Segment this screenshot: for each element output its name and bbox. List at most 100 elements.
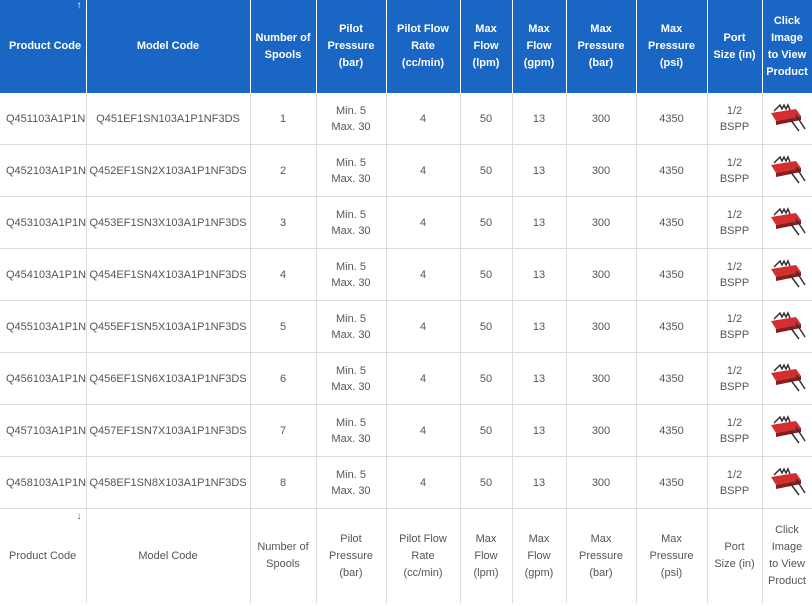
footer-label: Max Pressure (psi)	[640, 531, 704, 582]
product-image-cell	[762, 352, 812, 405]
footer-pilot-pressure[interactable]: Pilot Pressure (bar)	[316, 508, 387, 603]
footer-max-pressure-bar[interactable]: Max Pressure (bar)	[566, 508, 637, 603]
header-label-line: (bar)	[338, 57, 364, 69]
pilot-pressure-cell: Min. 5 Max. 30	[316, 196, 387, 249]
valve-product-icon[interactable]	[768, 103, 806, 136]
footer-label: Pilot Flow Rate (cc/min)	[390, 531, 457, 582]
pilot-pressure-cell-lines: Min. 5 Max. 30	[320, 259, 383, 291]
max-pressure-psi-cell: 4350	[636, 404, 708, 457]
footer-pilot-flow-rate[interactable]: Pilot Flow Rate (cc/min)	[386, 508, 461, 603]
pilot-pressure-cell: Min. 5 Max. 30	[316, 93, 387, 145]
table-row: Q454103A1P1N Q454EF1SN4X103A1P1NF3DS 4 Min.…	[0, 248, 812, 301]
arrow-down-icon[interactable]: ↓	[77, 512, 82, 522]
header-max-flow-lpm[interactable]: Max Flow (lpm)	[460, 0, 513, 93]
header-pilot-flow-rate[interactable]: Pilot Flow Rate (cc/min)	[386, 0, 461, 93]
footer-max-flow-lpm[interactable]: Max Flow (lpm)	[460, 508, 513, 603]
table-row: Q453103A1P1N Q453EF1SN3X103A1P1NF3DS 3 Min.…	[0, 196, 812, 249]
port-size-cell-line: 1/2	[726, 312, 743, 325]
port-size-cell-lines: 1/2 BSPP	[711, 415, 759, 447]
valve-product-icon[interactable]	[768, 415, 806, 448]
header-port-size[interactable]: Port Size (in)	[707, 0, 763, 93]
header-label-line: Pilot Flow	[397, 23, 449, 35]
pilot-pressure-cell: Min. 5 Max. 30	[316, 144, 387, 197]
footer-max-pressure-psi[interactable]: Max Pressure (psi)	[636, 508, 708, 603]
pilot-pressure-cell-lines: Min. 5 Max. 30	[320, 467, 383, 499]
valve-product-icon[interactable]	[768, 311, 806, 344]
pilot-pressure-cell-line: Min. 5	[336, 260, 366, 273]
spools-cell: 8	[250, 456, 317, 509]
valve-product-icon[interactable]	[768, 259, 806, 292]
footer-model-code[interactable]: Model Code	[86, 508, 251, 603]
port-size-cell-line: BSPP	[719, 484, 750, 497]
pilot-flow-cell: 4	[386, 144, 461, 197]
header-label-line: Max	[660, 23, 683, 35]
model-code-cell: Q456EF1SN6X103A1P1NF3DS	[86, 352, 251, 405]
header-label: Port Size (in)	[711, 30, 759, 64]
header-model-code[interactable]: Model Code	[86, 0, 251, 93]
port-size-cell-line: 1/2	[726, 364, 743, 377]
header-product-code[interactable]: Product Code ↑	[0, 0, 87, 93]
footer-label-line: Flow	[527, 549, 551, 562]
footer-label: Product Code	[9, 548, 83, 565]
pilot-pressure-cell: Min. 5 Max. 30	[316, 456, 387, 509]
header-max-flow-gpm[interactable]: Max Flow (gpm)	[512, 0, 567, 93]
footer-label-line: Max	[528, 532, 550, 545]
port-size-cell-line: BSPP	[719, 172, 750, 185]
port-size-cell-line: 1/2	[726, 416, 743, 429]
arrow-up-icon[interactable]: ↑	[77, 1, 82, 11]
footer-max-flow-gpm[interactable]: Max Flow (gpm)	[512, 508, 567, 603]
header-label-line: Pressure	[647, 40, 696, 52]
pilot-pressure-cell: Min. 5 Max. 30	[316, 352, 387, 405]
footer-label-line: Size (in)	[714, 558, 755, 570]
max-flow-lpm-cell: 50	[460, 404, 513, 457]
pilot-pressure-cell-line: Min. 5	[336, 208, 366, 221]
pilot-pressure-cell-lines: Min. 5 Max. 30	[320, 103, 383, 135]
max-pressure-bar-cell: 300	[566, 300, 637, 353]
port-size-cell-lines: 1/2 BSPP	[711, 207, 759, 239]
footer-product-code[interactable]: Product Code ↓	[0, 508, 87, 603]
valve-product-icon[interactable]	[768, 363, 806, 396]
port-size-cell: 1/2 BSPP	[707, 404, 763, 457]
spools-cell: 5	[250, 300, 317, 353]
model-code-cell: Q454EF1SN4X103A1P1NF3DS	[86, 248, 251, 301]
model-code-cell: Q451EF1SN103A1P1NF3DS	[86, 93, 251, 145]
footer-label-line: Pressure	[649, 549, 694, 562]
header-number-of-spools[interactable]: Number of Spools	[250, 0, 317, 93]
max-flow-lpm-cell: 50	[460, 248, 513, 301]
header-label: Pilot Flow Rate (cc/min)	[390, 21, 457, 72]
header-max-pressure-psi[interactable]: Max Pressure (psi)	[636, 0, 708, 93]
header-max-pressure-bar[interactable]: Max Pressure (bar)	[566, 0, 637, 93]
footer-port-size[interactable]: Port Size (in)	[707, 508, 763, 603]
port-size-cell: 1/2 BSPP	[707, 456, 763, 509]
spools-cell: 6	[250, 352, 317, 405]
header-label-line: (lpm)	[472, 57, 500, 69]
valve-product-icon[interactable]	[768, 155, 806, 188]
port-size-cell-line: 1/2	[726, 208, 743, 221]
header-view-product[interactable]: Click Image to View Product	[762, 0, 812, 93]
header-label-line: Model Code	[136, 40, 200, 52]
product-code-cell: Q452103A1P1N	[0, 144, 87, 197]
max-flow-lpm-cell: 50	[460, 456, 513, 509]
port-size-cell-lines: 1/2 BSPP	[711, 467, 759, 499]
product-code-cell: Q458103A1P1N	[0, 456, 87, 509]
valve-product-icon[interactable]	[768, 467, 806, 500]
pilot-pressure-cell-line: Max. 30	[331, 484, 371, 497]
footer-label-line: (bar)	[339, 566, 363, 579]
product-image-cell	[762, 93, 812, 145]
header-label-line: Size (in)	[713, 48, 756, 61]
max-flow-gpm-cell: 13	[512, 404, 567, 457]
pilot-pressure-cell-lines: Min. 5 Max. 30	[320, 311, 383, 343]
footer-label-line: Max	[475, 532, 497, 545]
header-label: Max Pressure (bar)	[570, 21, 633, 72]
header-pilot-pressure[interactable]: Pilot Pressure (bar)	[316, 0, 387, 93]
footer-label-line: Pressure	[328, 549, 374, 562]
max-pressure-psi-cell: 4350	[636, 248, 708, 301]
footer-number-of-spools[interactable]: Number of Spools	[250, 508, 317, 603]
spools-cell: 1	[250, 93, 317, 145]
valve-product-icon[interactable]	[768, 207, 806, 240]
product-image-cell	[762, 196, 812, 249]
port-size-cell-line: 1/2	[726, 260, 743, 273]
footer-view-product[interactable]: Click Image to View Product	[762, 508, 812, 603]
max-flow-gpm-cell: 13	[512, 352, 567, 405]
port-size-cell-line: BSPP	[719, 380, 750, 393]
